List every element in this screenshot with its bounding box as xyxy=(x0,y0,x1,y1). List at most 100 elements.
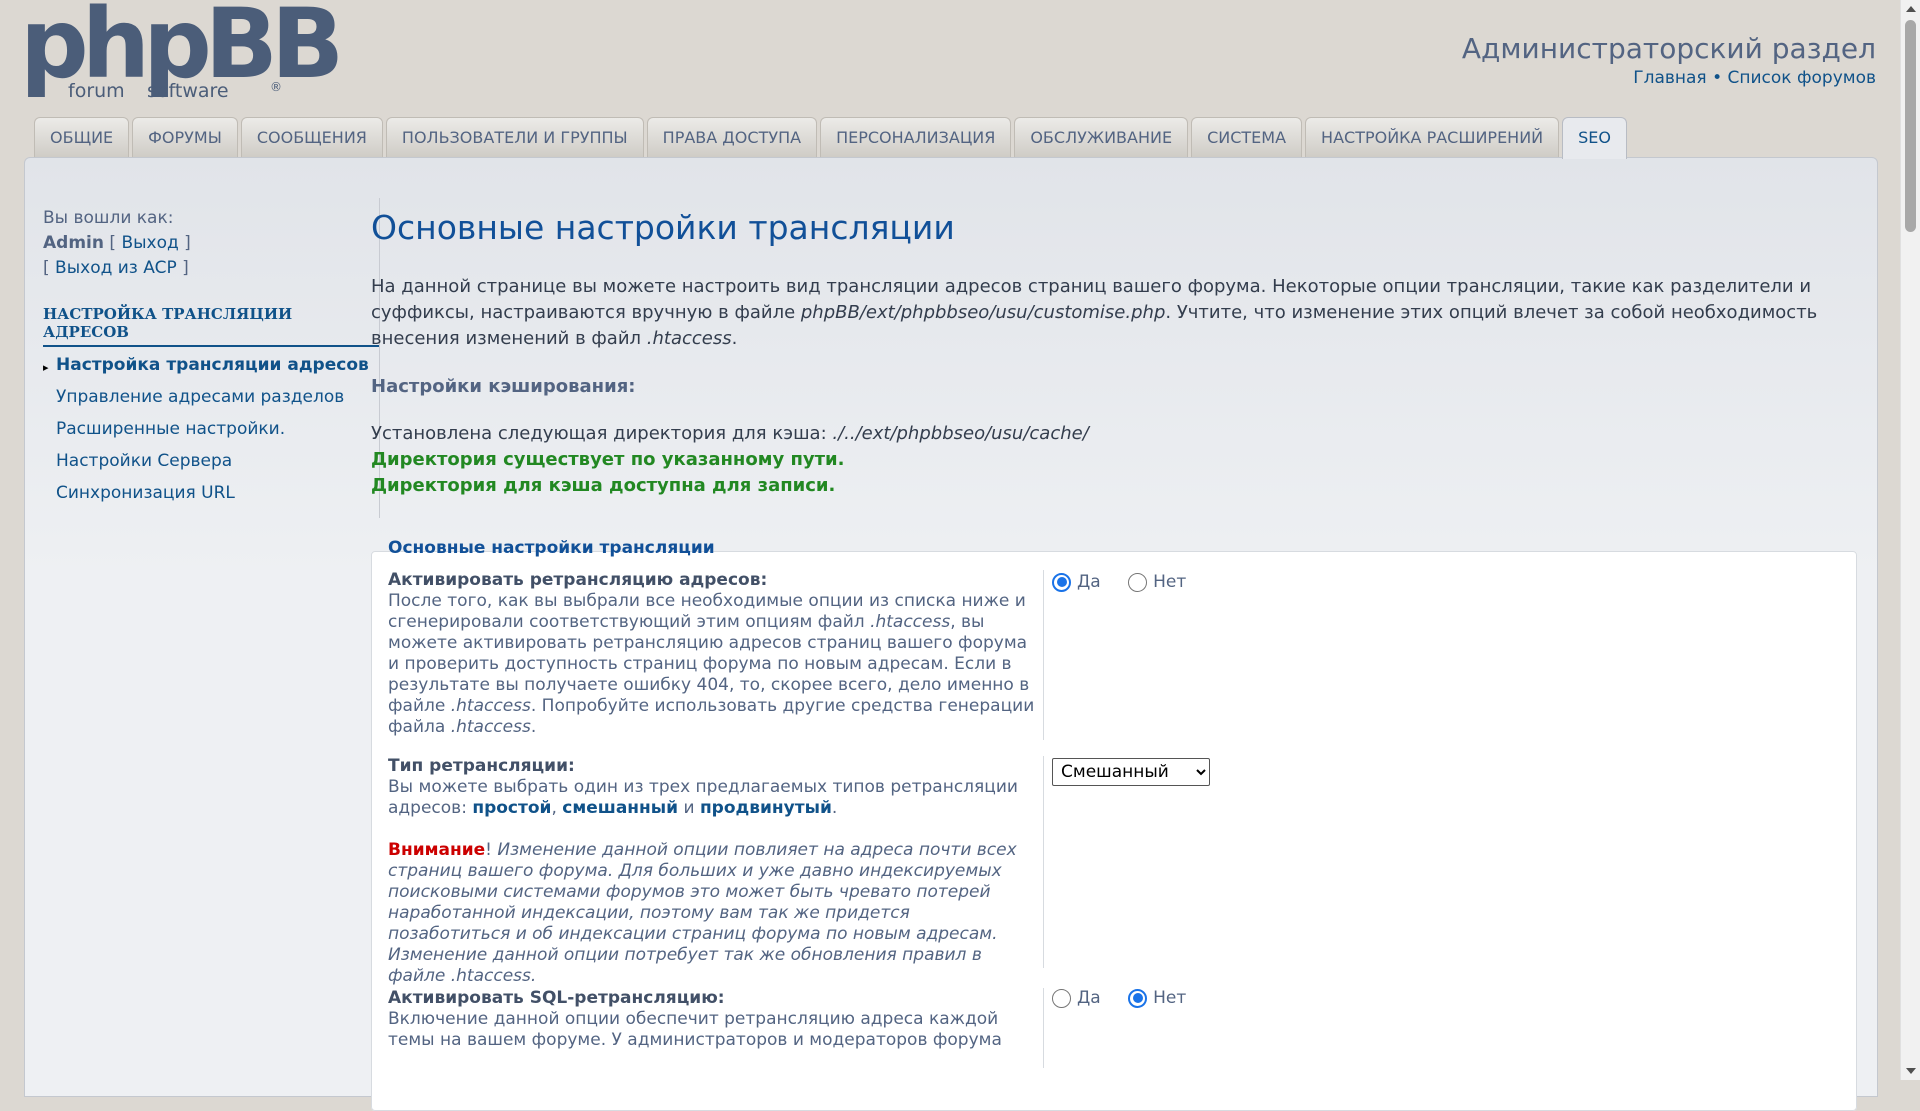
logo-sub-software: software xyxy=(147,80,229,102)
tab-maintenance[interactable]: Обслуживание xyxy=(1014,117,1189,157)
sql-yes-radio[interactable]: Да xyxy=(1052,988,1101,1008)
user-line: Admin [ Выход ] xyxy=(43,231,379,256)
sidebar-item-extended-settings[interactable]: Расширенные настройки. xyxy=(43,419,379,440)
cache-dir-line: Установлена следующая директория для кэш… xyxy=(371,421,1857,447)
header-links: Главная • Список форумов xyxy=(1633,68,1876,88)
htaccess-1: .htaccess xyxy=(870,612,951,632)
sidebar-item-label: Синхронизация URL xyxy=(56,483,235,503)
tab-extensions[interactable]: Настройка расширений xyxy=(1305,117,1560,157)
bracket-close: ] xyxy=(184,233,191,253)
warning-text: Изменение данной опции повлияет на адрес… xyxy=(388,840,1017,986)
intro-text: На данной странице вы можете настроить в… xyxy=(371,274,1857,352)
sidebar-item-forum-urls[interactable]: Управление адресами разделов xyxy=(43,387,379,408)
page-wrap: phpBB forum software ® Администраторский… xyxy=(0,0,1900,1111)
sidebar-item-server-settings[interactable]: Настройки Сервера xyxy=(43,451,379,472)
warning-excl: ! xyxy=(485,840,492,860)
bracket-open: [ xyxy=(43,258,50,278)
setting-row-rewrite: Активировать ретрансляцию адресов: После… xyxy=(388,570,1840,740)
type-dot: . xyxy=(831,798,838,818)
rewrite-yes-radio[interactable]: Да xyxy=(1052,572,1101,592)
setting-label-cell: Активировать ретрансляцию адресов: После… xyxy=(388,570,1044,740)
setting-input-cell: Да Нет xyxy=(1044,988,1208,1068)
tab-general[interactable]: Общие xyxy=(34,117,130,157)
radio-checked-icon[interactable] xyxy=(1128,988,1148,1008)
sql-no-radio[interactable]: Нет xyxy=(1128,988,1186,1008)
fieldset-legend: Основные настройки трансляции xyxy=(388,538,715,558)
page-scrollbar[interactable] xyxy=(1900,0,1920,1080)
acp-panel: Вы вошли как: Admin [ Выход ] [ Выход из… xyxy=(24,157,1878,1111)
logout-link[interactable]: Выход xyxy=(121,233,178,253)
username: Admin xyxy=(43,233,104,253)
sidebar-item-label: Настройки Сервера xyxy=(56,451,233,471)
type-opt-simple: простой xyxy=(472,798,552,818)
main-tabs: Общие Форумы Сообщения Пользователи и гр… xyxy=(34,117,1627,159)
bracket-close: ] xyxy=(182,258,189,278)
htaccess-2: .htaccess xyxy=(450,696,531,716)
rewrite-no-radio[interactable]: Нет xyxy=(1128,572,1186,592)
radio-label: Да xyxy=(1077,988,1101,1008)
radio-checked-icon[interactable] xyxy=(1052,572,1071,592)
scroll-up-arrow-icon[interactable] xyxy=(1906,6,1916,12)
logout-acp-line: [ Выход из ACP ] xyxy=(43,256,379,281)
header-separator: • xyxy=(1712,68,1723,88)
rewrite-type-select[interactable]: Смешанный xyxy=(1052,758,1210,786)
htaccess-3: .htaccess xyxy=(450,717,531,737)
sidebar-item-label: Расширенные настройки. xyxy=(56,419,286,439)
setting-label: Активировать SQL-ретрансляцию: xyxy=(388,988,725,1008)
radio-label: Да xyxy=(1077,572,1101,592)
radio-unchecked-icon[interactable] xyxy=(1052,988,1071,1008)
setting-row-sql: Активировать SQL-ретрансляцию: Включение… xyxy=(388,988,1840,1068)
sidebar-section-title: Настройка трансляции адресов xyxy=(43,305,379,347)
scroll-thumb[interactable] xyxy=(1905,20,1916,232)
setting-row-type: Тип ретрансляции: Вы можете выбрать один… xyxy=(388,756,1840,986)
logged-in-label: Вы вошли как: xyxy=(43,208,174,228)
tab-forums[interactable]: Форумы xyxy=(132,117,238,157)
tab-customise[interactable]: Персонализация xyxy=(820,117,1012,157)
htaccess-4: .htaccess xyxy=(450,966,531,986)
setting-label-cell: Тип ретрансляции: Вы можете выбрать один… xyxy=(388,756,1044,986)
cache-dir-path: ./../ext/phpbbseo/usu/cache/ xyxy=(832,423,1089,444)
radio-label: Нет xyxy=(1153,572,1187,592)
page-title: Основные настройки трансляции xyxy=(371,208,955,247)
sidebar-item-url-sync[interactable]: Синхронизация URL xyxy=(43,483,379,504)
tab-system[interactable]: Система xyxy=(1191,117,1303,157)
bracket-open: [ xyxy=(109,233,117,253)
sidebar: Вы вошли как: Admin [ Выход ] [ Выход из… xyxy=(43,198,380,518)
active-arrow-icon: ▸ xyxy=(43,361,49,374)
tab-permissions[interactable]: Права доступа xyxy=(646,117,818,157)
sidebar-item-rewrite-settings[interactable]: ▸ Настройка трансляции адресов xyxy=(43,355,379,376)
status-exists: Директория существует по указанному пути… xyxy=(371,449,845,470)
sql-explain: Включение данной опции обеспечит ретранс… xyxy=(388,1009,1002,1050)
setting-label-cell: Активировать SQL-ретрансляцию: Включение… xyxy=(388,988,1044,1068)
setting-input-cell: Да Нет xyxy=(1044,570,1208,740)
logo-sub-forum: forum xyxy=(68,80,125,102)
sidebar-menu: ▸ Настройка трансляции адресов Управлени… xyxy=(43,355,379,504)
setting-explain-4: . xyxy=(530,717,537,737)
forum-index-link[interactable]: Список форумов xyxy=(1728,68,1876,88)
type-opt-advanced: продвинутый xyxy=(699,798,832,818)
setting-label: Тип ретрансляции: xyxy=(388,756,575,776)
radio-unchecked-icon[interactable] xyxy=(1128,572,1148,592)
main-content: Основные настройки трансляции На данной … xyxy=(371,206,1857,1111)
tab-seo[interactable]: SEO xyxy=(1562,117,1627,159)
tab-posting[interactable]: Сообщения xyxy=(240,117,383,157)
setting-input-cell: Смешанный xyxy=(1044,756,1210,968)
logo-wordmark: phpBB xyxy=(20,0,344,100)
home-link[interactable]: Главная xyxy=(1633,68,1706,88)
warning-end: . xyxy=(530,966,537,986)
type-opt-mixed: смешанный xyxy=(562,798,679,818)
cache-dir-label: Установлена следующая директория для кэш… xyxy=(371,423,833,444)
logout-acp-link[interactable]: Выход из ACP xyxy=(55,258,177,278)
intro-end: . xyxy=(731,328,738,349)
sidebar-item-label: Настройка трансляции адресов xyxy=(56,355,369,375)
intro-file: phpBB/ext/phpbbseo/usu/customise.php xyxy=(800,302,1166,323)
sidebar-item-label: Управление адресами разделов xyxy=(56,387,345,407)
type-comma: , xyxy=(551,798,563,818)
phpbb-logo[interactable]: phpBB forum software ® xyxy=(20,0,344,104)
tab-users-groups[interactable]: Пользователи и группы xyxy=(385,117,644,157)
intro-htaccess: .htaccess xyxy=(646,328,732,349)
scroll-down-arrow-icon[interactable] xyxy=(1906,1068,1916,1074)
status-writable: Директория для кэша доступна для записи. xyxy=(371,475,836,496)
warning-label: Внимание xyxy=(388,840,486,860)
setting-label: Активировать ретрансляцию адресов: xyxy=(388,570,768,590)
